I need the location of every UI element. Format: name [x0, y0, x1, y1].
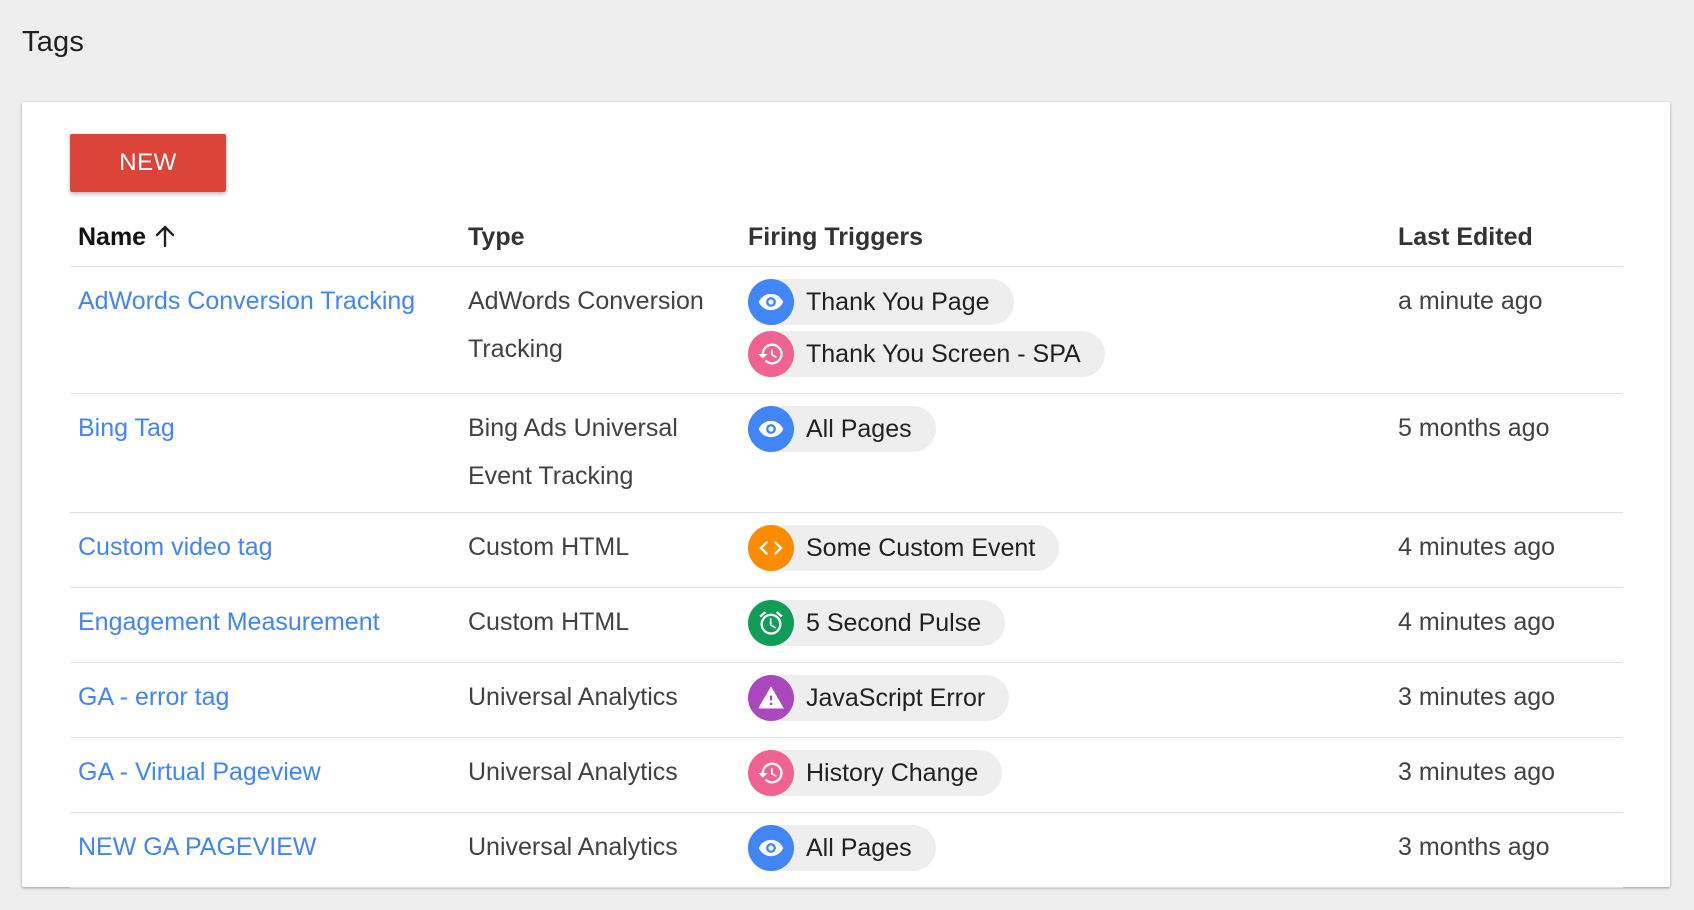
firing-triggers-cell: JavaScript Error — [740, 662, 1390, 738]
last-edited-cell: 5 months ago — [1390, 393, 1623, 513]
tags-table: Name Type Firing Triggers Last Edited Ad… — [70, 210, 1623, 888]
tag-type-text: AdWords Conversion Tracking — [468, 286, 704, 363]
firing-triggers-cell: Some Custom Event — [740, 512, 1390, 588]
firing-triggers-cell: Thank You Page Thank You Screen - SPA — [740, 266, 1390, 394]
table-row[interactable]: AdWords Conversion Tracking AdWords Conve… — [70, 266, 1623, 394]
table-body: AdWords Conversion Tracking AdWords Conve… — [70, 266, 1623, 888]
column-header-triggers[interactable]: Firing Triggers — [740, 210, 1390, 267]
table-header-row: Name Type Firing Triggers Last Edited — [70, 210, 1623, 267]
tag-type-cell: Universal Analytics — [460, 662, 740, 738]
tag-name-link[interactable]: Bing Tag — [78, 414, 175, 442]
table-row[interactable]: Engagement Measurement Custom HTML 5 Secon… — [70, 587, 1623, 663]
trigger-chip[interactable]: JavaScript Error — [748, 674, 1010, 721]
eye-icon — [748, 405, 794, 452]
tags-card: NEW Name Type Firing Triggers Last Edite… — [22, 102, 1670, 888]
tag-type-text: Universal Analytics — [468, 682, 678, 711]
tag-type-cell: Custom HTML — [460, 587, 740, 663]
table-row[interactable]: GA - error tag Universal Analytics JavaScr… — [70, 662, 1623, 738]
last-edited-text: 5 months ago — [1398, 413, 1550, 442]
trigger-chip-label: All Pages — [806, 414, 912, 443]
column-header-name-label: Name — [78, 223, 147, 252]
tag-name-cell: Custom video tag — [70, 512, 460, 588]
eye-icon — [748, 278, 794, 325]
trigger-chip[interactable]: History Change — [748, 749, 1003, 796]
last-edited-cell: 3 minutes ago — [1390, 737, 1623, 813]
tag-type-text: Universal Analytics — [468, 757, 678, 786]
tag-type-cell: AdWords Conversion Tracking — [460, 266, 740, 394]
trigger-chip[interactable]: Thank You Page — [748, 278, 1014, 325]
history-icon — [748, 749, 794, 796]
last-edited-cell: 4 minutes ago — [1390, 587, 1623, 663]
sort-ascending-icon[interactable] — [154, 224, 176, 248]
trigger-chip[interactable]: Thank You Screen - SPA — [748, 330, 1105, 377]
trigger-chip-label: Some Custom Event — [806, 533, 1036, 562]
trigger-chip-label: All Pages — [806, 833, 912, 862]
last-edited-cell: a minute ago — [1390, 266, 1623, 394]
trigger-chip-label: 5 Second Pulse — [806, 608, 982, 637]
tag-name-link[interactable]: Engagement Measurement — [78, 608, 380, 636]
tag-type-text: Universal Analytics — [468, 832, 678, 861]
trigger-chip-label: Thank You Screen - SPA — [806, 339, 1081, 368]
tag-type-text: Bing Ads Universal Event Tracking — [468, 413, 678, 490]
last-edited-text: 3 minutes ago — [1398, 682, 1556, 711]
trigger-chip[interactable]: Some Custom Event — [748, 524, 1060, 571]
history-icon — [748, 330, 794, 377]
column-header-type[interactable]: Type — [460, 210, 740, 267]
tag-type-cell: Custom HTML — [460, 512, 740, 588]
trigger-chip-label: Thank You Page — [806, 287, 990, 316]
page-title: Tags — [22, 26, 85, 58]
trigger-chip[interactable]: All Pages — [748, 824, 936, 871]
tag-type-cell: Universal Analytics — [460, 737, 740, 813]
last-edited-cell: 3 months ago — [1390, 812, 1623, 888]
trigger-chip-label: JavaScript Error — [806, 683, 986, 712]
last-edited-text: 3 months ago — [1398, 832, 1550, 861]
last-edited-cell: 4 minutes ago — [1390, 512, 1623, 588]
tag-name-link[interactable]: Custom video tag — [78, 533, 273, 561]
tag-type-cell: Universal Analytics — [460, 812, 740, 888]
last-edited-text: 4 minutes ago — [1398, 532, 1556, 561]
tag-name-link[interactable]: GA - Virtual Pageview — [78, 758, 321, 786]
table-row[interactable]: NEW GA PAGEVIEW Universal Analytics All Pa… — [70, 812, 1623, 888]
column-header-name[interactable]: Name — [70, 210, 460, 267]
tag-name-link[interactable]: GA - error tag — [78, 683, 229, 711]
eye-icon — [748, 824, 794, 871]
tag-name-cell: GA - error tag — [70, 662, 460, 738]
trigger-chip-label: History Change — [806, 758, 979, 787]
warning-icon — [748, 674, 794, 721]
last-edited-text: 4 minutes ago — [1398, 607, 1556, 636]
last-edited-text: a minute ago — [1398, 286, 1543, 315]
tag-name-link[interactable]: NEW GA PAGEVIEW — [78, 833, 316, 861]
tag-type-text: Custom HTML — [468, 607, 630, 636]
tag-name-cell: NEW GA PAGEVIEW — [70, 812, 460, 888]
new-tag-button[interactable]: NEW — [70, 134, 226, 192]
tag-name-link[interactable]: AdWords Conversion Tracking — [78, 287, 415, 315]
firing-triggers-cell: 5 Second Pulse — [740, 587, 1390, 663]
firing-triggers-cell: History Change — [740, 737, 1390, 813]
last-edited-text: 3 minutes ago — [1398, 757, 1556, 786]
code-icon — [748, 524, 794, 571]
tag-name-cell: Engagement Measurement — [70, 587, 460, 663]
firing-triggers-cell: All Pages — [740, 393, 1390, 513]
tag-name-cell: AdWords Conversion Tracking — [70, 266, 460, 394]
tag-name-cell: Bing Tag — [70, 393, 460, 513]
tag-name-cell: GA - Virtual Pageview — [70, 737, 460, 813]
tag-type-text: Custom HTML — [468, 532, 630, 561]
alarm-icon — [748, 599, 794, 646]
tag-type-cell: Bing Ads Universal Event Tracking — [460, 393, 740, 513]
table-row[interactable]: Custom video tag Custom HTML Some Custom E… — [70, 512, 1623, 588]
table-row[interactable]: GA - Virtual Pageview Universal Analytics… — [70, 737, 1623, 813]
trigger-chip[interactable]: 5 Second Pulse — [748, 599, 1006, 646]
trigger-chip[interactable]: All Pages — [748, 405, 936, 452]
table-row[interactable]: Bing Tag Bing Ads Universal Event Trackin… — [70, 393, 1623, 513]
column-header-last-edited[interactable]: Last Edited — [1390, 210, 1623, 267]
last-edited-cell: 3 minutes ago — [1390, 662, 1623, 738]
firing-triggers-cell: All Pages — [740, 812, 1390, 888]
